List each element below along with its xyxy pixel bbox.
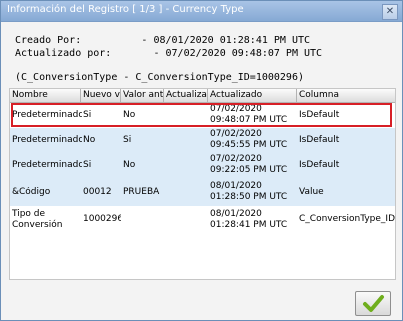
close-button[interactable]: ✕ [382,4,398,20]
table-row[interactable]: Predeterminado No Si 07/02/2020 09:45:55… [10,128,395,153]
cell-nombre: Predeterminado [12,160,82,170]
cell-nombre: Tipo de Conversión [12,209,63,230]
table-row[interactable]: Predeterminado Si No 07/02/2020 09:22:05… [10,153,395,179]
window-title: Información del Registro [ 1/3 ] - Curre… [7,4,244,15]
column-header-nuevo-valor[interactable]: Nuevo v [81,89,121,102]
column-header-valor-anterior[interactable]: Valor ante [121,89,164,102]
cell-actualizado: 07/02/2020 09:22:05 PM UTC [210,154,288,175]
record-audit-info: Creado Por: - 08/01/2020 01:28:41 PM UTC… [15,34,322,60]
cell-valor-anterior: PRUEBA [123,187,160,197]
cell-columna: IsDefault [299,160,340,170]
created-by-line: Creado Por: - 08/01/2020 01:28:41 PM UTC [15,35,311,46]
cell-nuevo-valor: Si [83,160,92,170]
cell-nombre: &Código [12,187,51,197]
cell-nuevo-valor: 00012 [83,187,112,197]
record-info-dialog: Información del Registro [ 1/3 ] - Curre… [0,0,403,321]
table-key-line: (C_ConversionType - C_ConversionType_ID=… [15,72,304,83]
title-bar[interactable]: Información del Registro [ 1/3 ] - Curre… [1,1,402,22]
cell-actualizado: 08/01/2020 01:28:50 PM UTC [210,181,288,202]
column-header-actualizado-por[interactable]: Actualizad [164,89,208,102]
ok-button[interactable] [355,291,391,316]
table-row[interactable]: Tipo de Conversión 1000296 08/01/2020 01… [10,206,395,234]
cell-nuevo-valor: 1000296 [83,214,121,224]
table-row[interactable]: &Código 00012 PRUEBA 08/01/2020 01:28:50… [10,179,395,206]
cell-columna: IsDefault [299,135,340,145]
cell-valor-anterior: Si [123,135,132,145]
selected-row-highlight [11,103,392,127]
column-header-actualizado[interactable]: Actualizado [208,89,297,102]
cell-columna: C_ConversionType_ID [299,214,395,224]
column-header-columna[interactable]: Columna [297,89,395,102]
updated-by-line: Actualizado por: - 07/02/2020 09:48:07 P… [15,48,323,59]
cell-actualizado: 07/02/2020 09:45:55 PM UTC [210,129,288,150]
cell-nuevo-valor: No [83,135,96,145]
change-log-table[interactable]: Nombre Nuevo v Valor ante Actualizad Act… [9,88,396,280]
close-icon: ✕ [385,6,395,17]
column-header-nombre[interactable]: Nombre [10,89,81,102]
cell-nombre: Predeterminado [12,135,82,145]
cell-actualizado: 08/01/2020 01:28:41 PM UTC [210,209,288,230]
cell-columna: Value [299,187,324,197]
cell-valor-anterior: No [123,160,136,170]
checkmark-icon [363,295,384,312]
table-header: Nombre Nuevo v Valor ante Actualizad Act… [10,89,395,103]
